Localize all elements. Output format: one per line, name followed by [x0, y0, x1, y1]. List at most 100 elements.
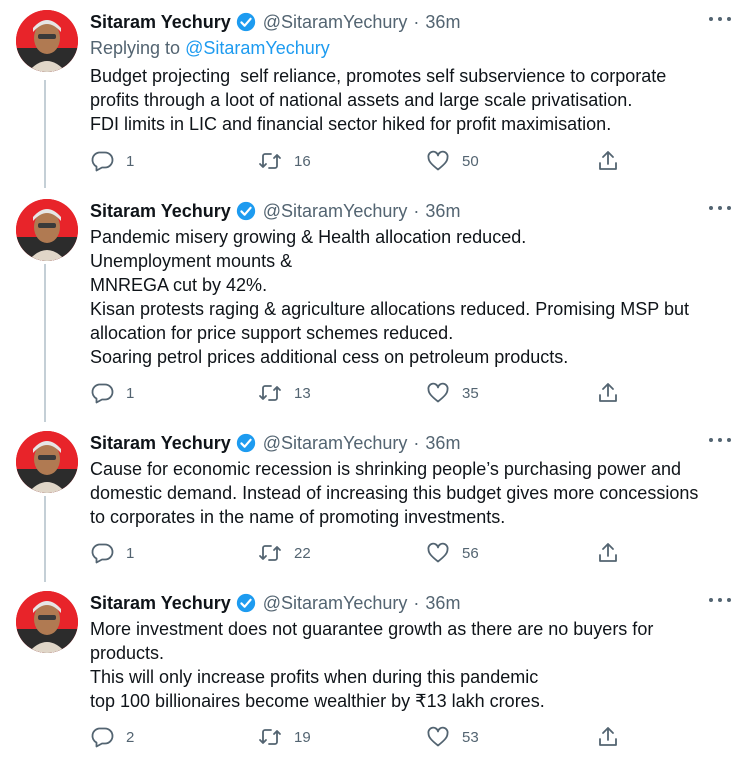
like-button[interactable]: 50 — [426, 149, 479, 173]
tweet-text-line: top 100 billionaires become wealthier by… — [90, 691, 545, 711]
share-button[interactable] — [596, 541, 620, 565]
tweet-text-line: Cause for economic recession is shrinkin… — [90, 459, 681, 479]
retweet-icon — [259, 385, 281, 401]
avatar-photo — [16, 199, 78, 261]
replying-to-label: Replying to — [90, 38, 186, 58]
tweet-timestamp[interactable]: 36m — [425, 433, 460, 454]
tweet-text-line: to corporates in the name of promoting i… — [90, 507, 506, 527]
like-count: 50 — [462, 152, 479, 170]
heart-icon — [427, 382, 449, 403]
tweet-text-line: products. — [90, 643, 165, 663]
avatar[interactable] — [16, 199, 78, 261]
retweet-button[interactable]: 13 — [258, 381, 311, 405]
author-handle[interactable]: @SitaramYechury — [263, 201, 408, 222]
share-icon — [599, 151, 617, 170]
thread-connector-line — [44, 264, 46, 422]
tweet-timestamp[interactable]: 36m — [425, 593, 460, 614]
retweet-count: 16 — [294, 152, 311, 170]
tweet-text-line: FDI limits in LIC and financial sector h… — [90, 114, 612, 134]
like-count: 35 — [462, 384, 479, 402]
avatar[interactable] — [16, 10, 78, 72]
avatar-photo — [16, 591, 78, 653]
retweet-icon — [259, 545, 281, 561]
reply-bubble-icon — [91, 543, 114, 564]
verified-badge-icon — [236, 12, 255, 32]
tweet-header: Sitaram Yechury @SitaramYechury · 36m — [90, 10, 460, 34]
reply-count: 1 — [126, 544, 135, 562]
like-count: 53 — [462, 728, 479, 746]
separator-dot: · — [413, 432, 420, 453]
tweet-text-line: Budget projecting self reliance, promote… — [90, 66, 667, 86]
tweet-actions: 1 13 35 — [90, 381, 630, 405]
retweet-count: 13 — [294, 384, 311, 402]
separator-dot: · — [413, 592, 420, 613]
reply-count: 2 — [126, 728, 135, 746]
author-name[interactable]: Sitaram Yechury — [90, 12, 231, 33]
reply-count: 1 — [126, 384, 135, 402]
retweet-button[interactable]: 19 — [258, 725, 311, 749]
author-handle[interactable]: @SitaramYechury — [263, 593, 408, 614]
tweet-thread: Sitaram Yechury @SitaramYechury · 36m Re… — [0, 0, 753, 761]
tweet-header: Sitaram Yechury @SitaramYechury · 36m — [90, 199, 460, 223]
like-count: 56 — [462, 544, 479, 562]
heart-icon — [427, 542, 449, 563]
retweet-count: 22 — [294, 544, 311, 562]
tweet-text-line: Unemployment mounts & — [90, 251, 293, 271]
share-button[interactable] — [596, 381, 620, 405]
share-icon — [599, 727, 617, 746]
tweet-text-line: allocation for price support schemes red… — [90, 323, 454, 343]
retweet-icon — [259, 729, 281, 745]
more-options-icon[interactable] — [709, 14, 731, 24]
tweet-text-line: Kisan protests raging & agriculture allo… — [90, 299, 689, 319]
avatar[interactable] — [16, 431, 78, 493]
author-name[interactable]: Sitaram Yechury — [90, 593, 231, 614]
avatar-photo — [16, 10, 78, 72]
retweet-icon — [259, 153, 281, 169]
tweet-text: Budget projecting self reliance, promote… — [90, 64, 730, 136]
share-icon — [599, 543, 617, 562]
replying-to: Replying to @SitaramYechury — [90, 38, 330, 59]
retweet-button[interactable]: 16 — [258, 149, 311, 173]
tweet-text-line: MNREGA cut by 42%. — [90, 275, 268, 295]
avatar[interactable] — [16, 591, 78, 653]
like-button[interactable]: 35 — [426, 381, 479, 405]
thread-connector-line — [44, 496, 46, 582]
reply-button[interactable]: 1 — [90, 149, 134, 173]
verified-badge-icon — [236, 201, 255, 221]
reply-button[interactable]: 1 — [90, 541, 134, 565]
author-name[interactable]: Sitaram Yechury — [90, 201, 231, 222]
more-options-icon[interactable] — [709, 435, 731, 445]
reply-button[interactable]: 1 — [90, 381, 134, 405]
more-options-icon[interactable] — [709, 595, 731, 605]
author-handle[interactable]: @SitaramYechury — [263, 12, 408, 33]
tweet-timestamp[interactable]: 36m — [425, 201, 460, 222]
tweet-text-line: domestic demand. Instead of increasing t… — [90, 483, 699, 503]
like-button[interactable]: 53 — [426, 725, 479, 749]
replying-to-handle-link[interactable]: @SitaramYechury — [185, 38, 330, 58]
avatar-photo — [16, 431, 78, 493]
verified-badge-icon — [236, 433, 255, 453]
retweet-count: 19 — [294, 728, 311, 746]
tweet-actions: 1 16 50 — [90, 149, 630, 173]
tweet-actions: 2 19 53 — [90, 725, 630, 749]
tweet-actions: 1 22 56 — [90, 541, 630, 565]
reply-button[interactable]: 2 — [90, 725, 134, 749]
author-name[interactable]: Sitaram Yechury — [90, 433, 231, 454]
reply-bubble-icon — [91, 383, 114, 404]
tweet-text: Cause for economic recession is shrinkin… — [90, 457, 730, 529]
separator-dot: · — [413, 11, 420, 32]
more-options-icon[interactable] — [709, 203, 731, 213]
tweet-header: Sitaram Yechury @SitaramYechury · 36m — [90, 591, 460, 615]
retweet-button[interactable]: 22 — [258, 541, 311, 565]
tweet-text: More investment does not guarantee growt… — [90, 617, 730, 713]
reply-bubble-icon — [91, 151, 114, 172]
share-button[interactable] — [596, 725, 620, 749]
author-handle[interactable]: @SitaramYechury — [263, 433, 408, 454]
reply-count: 1 — [126, 152, 135, 170]
like-button[interactable]: 56 — [426, 541, 479, 565]
tweet-timestamp[interactable]: 36m — [425, 12, 460, 33]
heart-icon — [427, 150, 449, 171]
share-button[interactable] — [596, 149, 620, 173]
tweet-text: Pandemic misery growing & Health allocat… — [90, 225, 730, 369]
reply-bubble-icon — [91, 727, 114, 748]
